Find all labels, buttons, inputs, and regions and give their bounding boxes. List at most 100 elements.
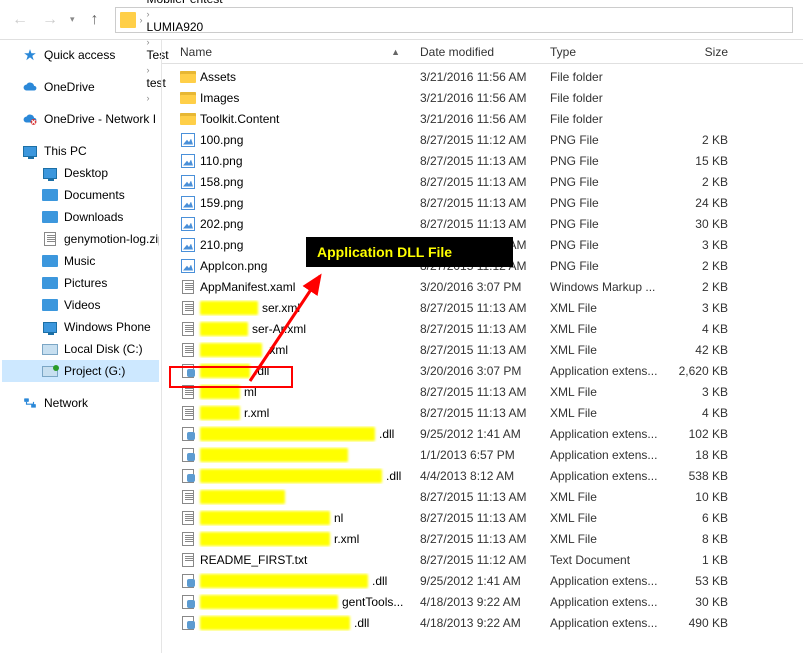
col-name[interactable]: Name ▲ [180,45,420,59]
file-size: 18 KB [668,448,728,462]
file-row[interactable]: 8/27/2015 11:13 AMXML File10 KB [162,486,803,507]
redacted-text [200,448,348,462]
file-type: PNG File [550,175,668,189]
file-row[interactable]: ser.xml8/27/2015 11:13 AMXML File3 KB [162,297,803,318]
col-date[interactable]: Date modified [420,45,550,59]
xml-icon [180,342,196,358]
filename-suffix: ser.xml [262,301,300,315]
sidebar-item[interactable]: Videos [2,294,159,316]
file-row[interactable]: .dll 4/18/2013 9:22 AMApplication extens.… [162,612,803,633]
filename: Toolkit.Content [200,112,279,126]
item-icon [42,297,58,313]
sidebar-item[interactable]: Pictures [2,272,159,294]
file-size: 2 KB [668,280,728,294]
folder-icon [120,12,136,28]
file-row[interactable]: .dll3/20/2016 3:07 PMApplication extens.… [162,360,803,381]
breadcrumb-segment[interactable]: MobilePentest [147,0,223,6]
forward-button[interactable]: → [40,10,60,30]
filename: 202.png [200,217,243,231]
date-modified: 3/20/2016 3:07 PM [420,364,550,378]
network[interactable]: Network [2,392,159,414]
redacted-text [200,469,382,483]
sidebar-item[interactable]: Desktop [2,162,159,184]
file-row[interactable]: .dll9/25/2012 1:41 AMApplication extens.… [162,570,803,591]
up-button[interactable]: ↑ [85,10,105,30]
nav-tree: Quick access OneDrive OneDrive - Network… [0,40,162,653]
date-modified: 8/27/2015 11:13 AM [420,532,550,546]
date-modified: 8/27/2015 11:13 AM [420,217,550,231]
folder-icon [180,90,196,106]
breadcrumb-segment[interactable]: LUMIA920 [147,20,223,34]
sidebar-item[interactable]: Local Disk (C:) [2,338,159,360]
sidebar-item[interactable]: Windows Phone [2,316,159,338]
col-size[interactable]: Size [668,45,728,59]
col-type[interactable]: Type [550,45,668,59]
file-row[interactable]: AppManifest.xaml3/20/2016 3:07 PMWindows… [162,276,803,297]
redacted-text [200,490,285,504]
label: Documents [64,188,125,202]
xml-icon [180,279,196,295]
dll-icon [180,573,196,589]
dll-icon [180,594,196,610]
file-type: PNG File [550,154,668,168]
file-row[interactable]: README_FIRST.txt8/27/2015 11:12 AMText D… [162,549,803,570]
onedrive-network[interactable]: OneDrive - Network I [2,108,159,130]
file-type: Application extens... [550,364,668,378]
file-row[interactable]: .dll4/4/2013 8:12 AMApplication extens..… [162,465,803,486]
file-row[interactable]: 202.png8/27/2015 11:13 AMPNG File30 KB [162,213,803,234]
filename: 158.png [200,175,243,189]
file-row[interactable]: .xml8/27/2015 11:13 AMXML File42 KB [162,339,803,360]
file-row[interactable]: Assets3/21/2016 11:56 AMFile folder [162,66,803,87]
file-size: 102 KB [668,427,728,441]
filename-suffix: nl [334,511,343,525]
item-icon [42,231,58,247]
file-row[interactable]: ml8/27/2015 11:13 AMXML File3 KB [162,381,803,402]
onedrive[interactable]: OneDrive [2,76,159,98]
file-row[interactable]: r.xml8/27/2015 11:13 AMXML File4 KB [162,402,803,423]
img-icon [180,153,196,169]
sidebar-item[interactable]: Project (G:) [2,360,159,382]
file-row[interactable]: Images3/21/2016 11:56 AMFile folder [162,87,803,108]
file-type: Application extens... [550,574,668,588]
label: OneDrive [44,80,95,94]
file-row[interactable]: gentTools...4/18/2013 9:22 AMApplication… [162,591,803,612]
file-row[interactable]: 159.png8/27/2015 11:13 AMPNG File24 KB [162,192,803,213]
file-row[interactable]: 1/1/2013 6:57 PMApplication extens...18 … [162,444,803,465]
date-modified: 9/25/2012 1:41 AM [420,427,550,441]
date-modified: 8/27/2015 11:12 AM [420,553,550,567]
item-icon [42,253,58,269]
file-size: 24 KB [668,196,728,210]
item-icon [42,341,58,357]
img-icon [180,216,196,232]
sidebar-item[interactable]: Music [2,250,159,272]
date-modified: 4/18/2013 9:22 AM [420,616,550,630]
file-type: File folder [550,112,668,126]
sidebar-item[interactable]: genymotion-log.zip [2,228,159,250]
back-button[interactable]: ← [10,10,30,30]
filename-suffix: r.xml [334,532,359,546]
file-row[interactable]: .dll9/25/2012 1:41 AMApplication extens.… [162,423,803,444]
filename: 210.png [200,238,243,252]
file-row[interactable]: 110.png8/27/2015 11:13 AMPNG File15 KB [162,150,803,171]
file-row[interactable]: ser-Ar.xml8/27/2015 11:13 AMXML File4 KB [162,318,803,339]
file-row[interactable]: 100.png8/27/2015 11:12 AMPNG File2 KB [162,129,803,150]
file-row[interactable]: nl8/27/2015 11:13 AMXML File6 KB [162,507,803,528]
item-icon [42,319,58,335]
date-modified: 8/27/2015 11:13 AM [420,322,550,336]
breadcrumb[interactable]: › This PC›Project (G:)›MobilePentest›LUM… [115,7,793,33]
quick-access[interactable]: Quick access [2,44,159,66]
filename-suffix: .dll [379,427,394,441]
cloud-icon [22,79,38,95]
sidebar-item[interactable]: Documents [2,184,159,206]
redacted-text [200,595,338,609]
filename-suffix: .dll [354,616,369,630]
file-row[interactable]: r.xml8/27/2015 11:13 AMXML File8 KB [162,528,803,549]
file-row[interactable]: 158.png8/27/2015 11:13 AMPNG File2 KB [162,171,803,192]
file-size: 4 KB [668,406,728,420]
sidebar-item[interactable]: Downloads [2,206,159,228]
file-type: Application extens... [550,616,668,630]
file-type: PNG File [550,259,668,273]
this-pc[interactable]: This PC [2,140,159,162]
redacted-text [200,301,258,315]
file-row[interactable]: Toolkit.Content3/21/2016 11:56 AMFile fo… [162,108,803,129]
